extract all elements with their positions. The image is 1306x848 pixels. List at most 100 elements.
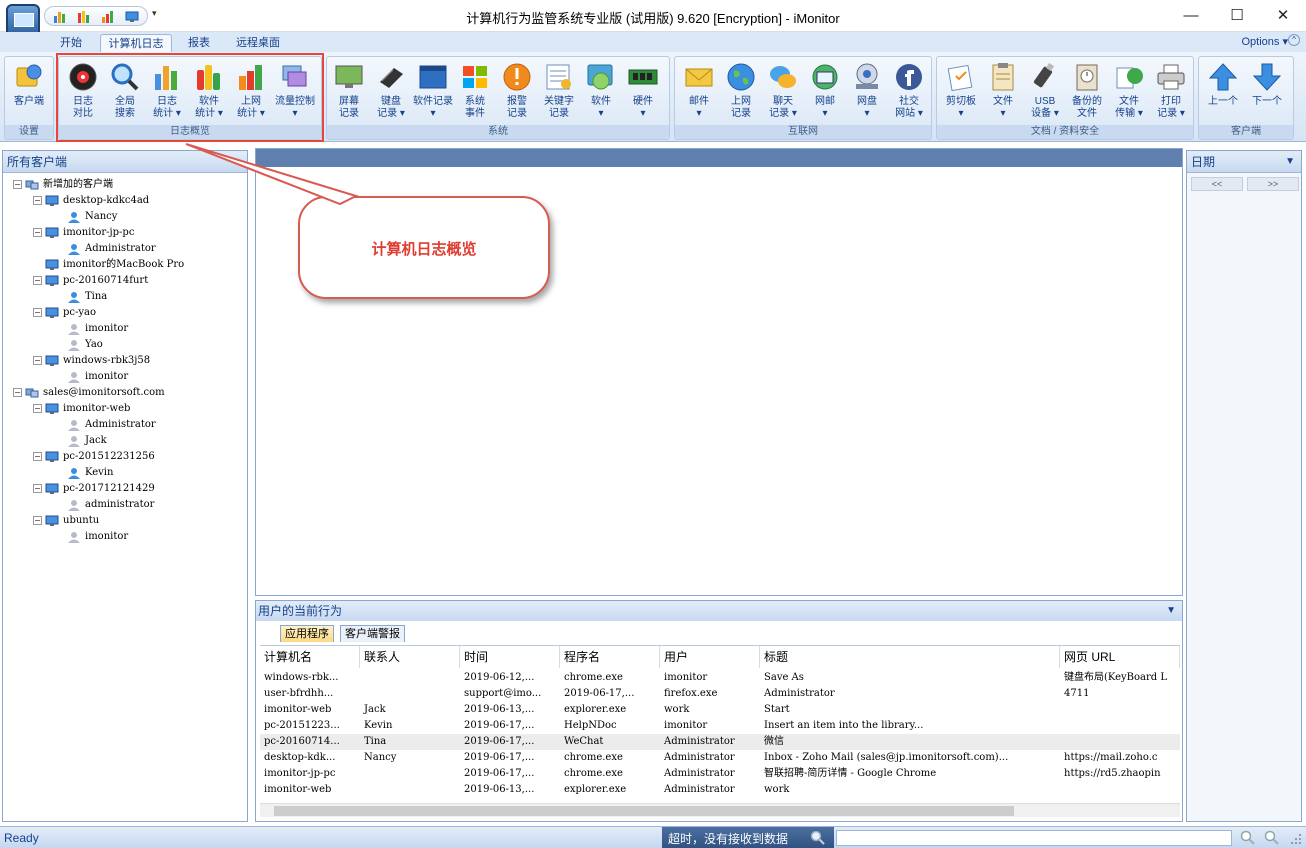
tab-start[interactable]: 开始 [54,34,88,52]
hardware-button[interactable]: 硬件 ▾ [623,60,663,124]
webmail-button[interactable]: 网邮 ▾ [805,60,845,124]
tab-client-alerts[interactable]: 客户端警报 [340,625,405,642]
maximize-button[interactable]: ☐ [1214,4,1260,28]
tree-node[interactable]: imonitor [55,369,128,385]
tree-node[interactable]: Kevin [55,465,113,481]
alarm-record-button[interactable]: 报警 记录 [497,60,537,124]
tree-expander-icon[interactable]: − [33,276,42,285]
table-row[interactable]: imonitor-jp-pc 2019-06-17,... chrome.exe Ad… [260,766,1180,782]
ribbon-minimize-icon[interactable]: ^ [1288,34,1300,46]
table-row[interactable]: imonitor-web 2019-06-13,... explorer.exe Ad… [260,782,1180,798]
table-row[interactable]: user-bfrdhh... support@imo... 2019-06-17,.… [260,686,1180,702]
tree-expander-icon[interactable]: − [33,452,42,461]
print-record-button[interactable]: 打印 记录 ▾ [1151,60,1191,124]
column-header[interactable]: 用户 [660,646,760,668]
backup-file-button[interactable]: 备份的 文件 [1067,60,1107,124]
screen-record-icon [335,65,363,88]
tree-node[interactable]: imonitor的MacBook Pro [33,257,184,273]
netdisk-button[interactable]: 网盘 ▾ [847,60,887,124]
file-button[interactable]: 文件 ▾ [983,60,1023,124]
next-client-button[interactable]: 下一个 [1247,60,1287,124]
resize-grip-icon[interactable] [1290,833,1302,845]
activity-collapse-icon[interactable]: ▼ [1166,601,1176,621]
minimize-button[interactable]: — [1168,4,1214,28]
client-button[interactable]: 客户端 [9,60,49,124]
date-next-button[interactable]: >> [1247,177,1299,191]
tree-node[interactable]: − 新增加的客户端 [13,177,113,193]
zoom-out-icon[interactable] [1240,830,1256,846]
horizontal-scrollbar[interactable] [260,803,1180,817]
date-prev-button[interactable]: << [1191,177,1243,191]
options-button[interactable]: Options ▾ [1242,35,1289,48]
chat-record-button[interactable]: 聊天 记录 ▾ [763,60,803,124]
tree-node[interactable]: − pc-yao [33,305,96,321]
scrollbar-thumb[interactable] [274,806,1014,816]
tree-node[interactable]: administrator [55,497,154,513]
status-search-input[interactable] [836,830,1232,846]
tree-node[interactable]: − pc-201512231256 [33,449,155,465]
tree-node[interactable]: − imonitor-web [33,401,130,417]
tree-node[interactable]: Administrator [55,241,156,257]
column-header[interactable]: 程序名 [560,646,660,668]
tree-node[interactable]: Administrator [55,417,156,433]
file-transfer-icon [1116,67,1143,89]
search-icon[interactable] [810,830,826,846]
tree-node-label: pc-201512231256 [63,451,155,462]
column-header[interactable]: 网页 URL [1060,646,1180,668]
keyword-record-button[interactable]: 关键字 记录 [539,60,579,124]
user-offline-icon [68,435,80,447]
tree-node-label: sales@imonitorsoft.com [43,387,165,398]
tree-expander-icon[interactable]: − [33,516,42,525]
date-panel-collapse-icon[interactable]: ▼ [1285,151,1295,173]
tree-expander-icon[interactable]: − [33,196,42,205]
tree-node[interactable]: Yao [55,337,103,353]
close-button[interactable]: ✕ [1260,4,1306,28]
social-button[interactable]: 社交 网站 ▾ [889,60,929,124]
tree-expander-icon[interactable]: − [33,404,42,413]
table-row[interactable]: desktop-kdk... Nancy 2019-06-17,... chrome.… [260,750,1180,766]
software-button[interactable]: 软件 ▾ [581,60,621,124]
column-header[interactable]: 标题 [760,646,1060,668]
tree-expander-icon[interactable]: − [33,308,42,317]
zoom-in-icon[interactable] [1264,830,1280,846]
column-header[interactable]: 时间 [460,646,560,668]
table-row[interactable]: imonitor-web Jack 2019-06-13,... explorer.e… [260,702,1180,718]
tree-expander-icon[interactable]: − [33,356,42,365]
system-event-button[interactable]: 系统 事件 [455,60,495,124]
tab-reports[interactable]: 报表 [182,34,216,52]
column-header[interactable]: 计算机名 [260,646,360,668]
tree-node[interactable]: imonitor [55,529,128,545]
keyboard-record-button[interactable]: 键盘 记录 ▾ [371,60,411,124]
tree-node[interactable]: − desktop-kdkc4ad [33,193,149,209]
web-record-button[interactable]: 上网 记录 [721,60,761,124]
group-document-security: 剪切板 ▾ 文件 ▾ USB 设备 ▾ 备份的 文件 文件 传输 ▾ 打印 记录… [936,56,1194,140]
tree-node[interactable]: − pc-201712121429 [33,481,155,497]
tree-node[interactable]: − sales@imonitorsoft.com [13,385,165,401]
tree-expander-icon[interactable]: − [33,228,42,237]
tree-node[interactable]: − pc-20160714furt [33,273,148,289]
tree-node[interactable]: Tina [55,289,107,305]
table-row[interactable]: pc-20151223... Kevin 2019-06-17,... HelpNDo… [260,718,1180,734]
usb-device-button[interactable]: USB 设备 ▾ [1025,60,1065,124]
table-row[interactable]: pc-20160714... Tina 2019-06-17,... WeChat Ad… [260,734,1180,750]
tab-remote-desktop[interactable]: 远程桌面 [230,34,286,52]
tree-node[interactable]: Jack [55,433,107,449]
tree-expander-icon[interactable]: − [13,180,22,189]
previous-client-button[interactable]: 上一个 [1203,60,1243,124]
tree-node[interactable]: Nancy [55,209,117,225]
tree-expander-icon[interactable]: − [13,388,22,397]
screen-record-button[interactable]: 屏幕 记录 [329,60,369,124]
tree-node[interactable]: − imonitor-jp-pc [33,225,134,241]
file-transfer-button[interactable]: 文件 传输 ▾ [1109,60,1149,124]
tree-node[interactable]: imonitor [55,321,128,337]
column-header[interactable]: 联系人 [360,646,460,668]
tree-expander-icon[interactable]: − [33,484,42,493]
mail-button[interactable]: 邮件 ▾ [679,60,719,124]
software-record-button[interactable]: 软件记录 ▾ [413,60,453,124]
clipboard-button[interactable]: 剪切板 ▾ [941,60,981,124]
tree-node[interactable]: − ubuntu [33,513,99,529]
tab-applications[interactable]: 应用程序 [280,625,334,642]
tree-node[interactable]: − windows-rbk3j58 [33,353,150,369]
tab-computer-log[interactable]: 计算机日志 [100,34,172,52]
table-row[interactable]: windows-rbk... 2019-06-12,... chrome.exe im… [260,670,1180,686]
